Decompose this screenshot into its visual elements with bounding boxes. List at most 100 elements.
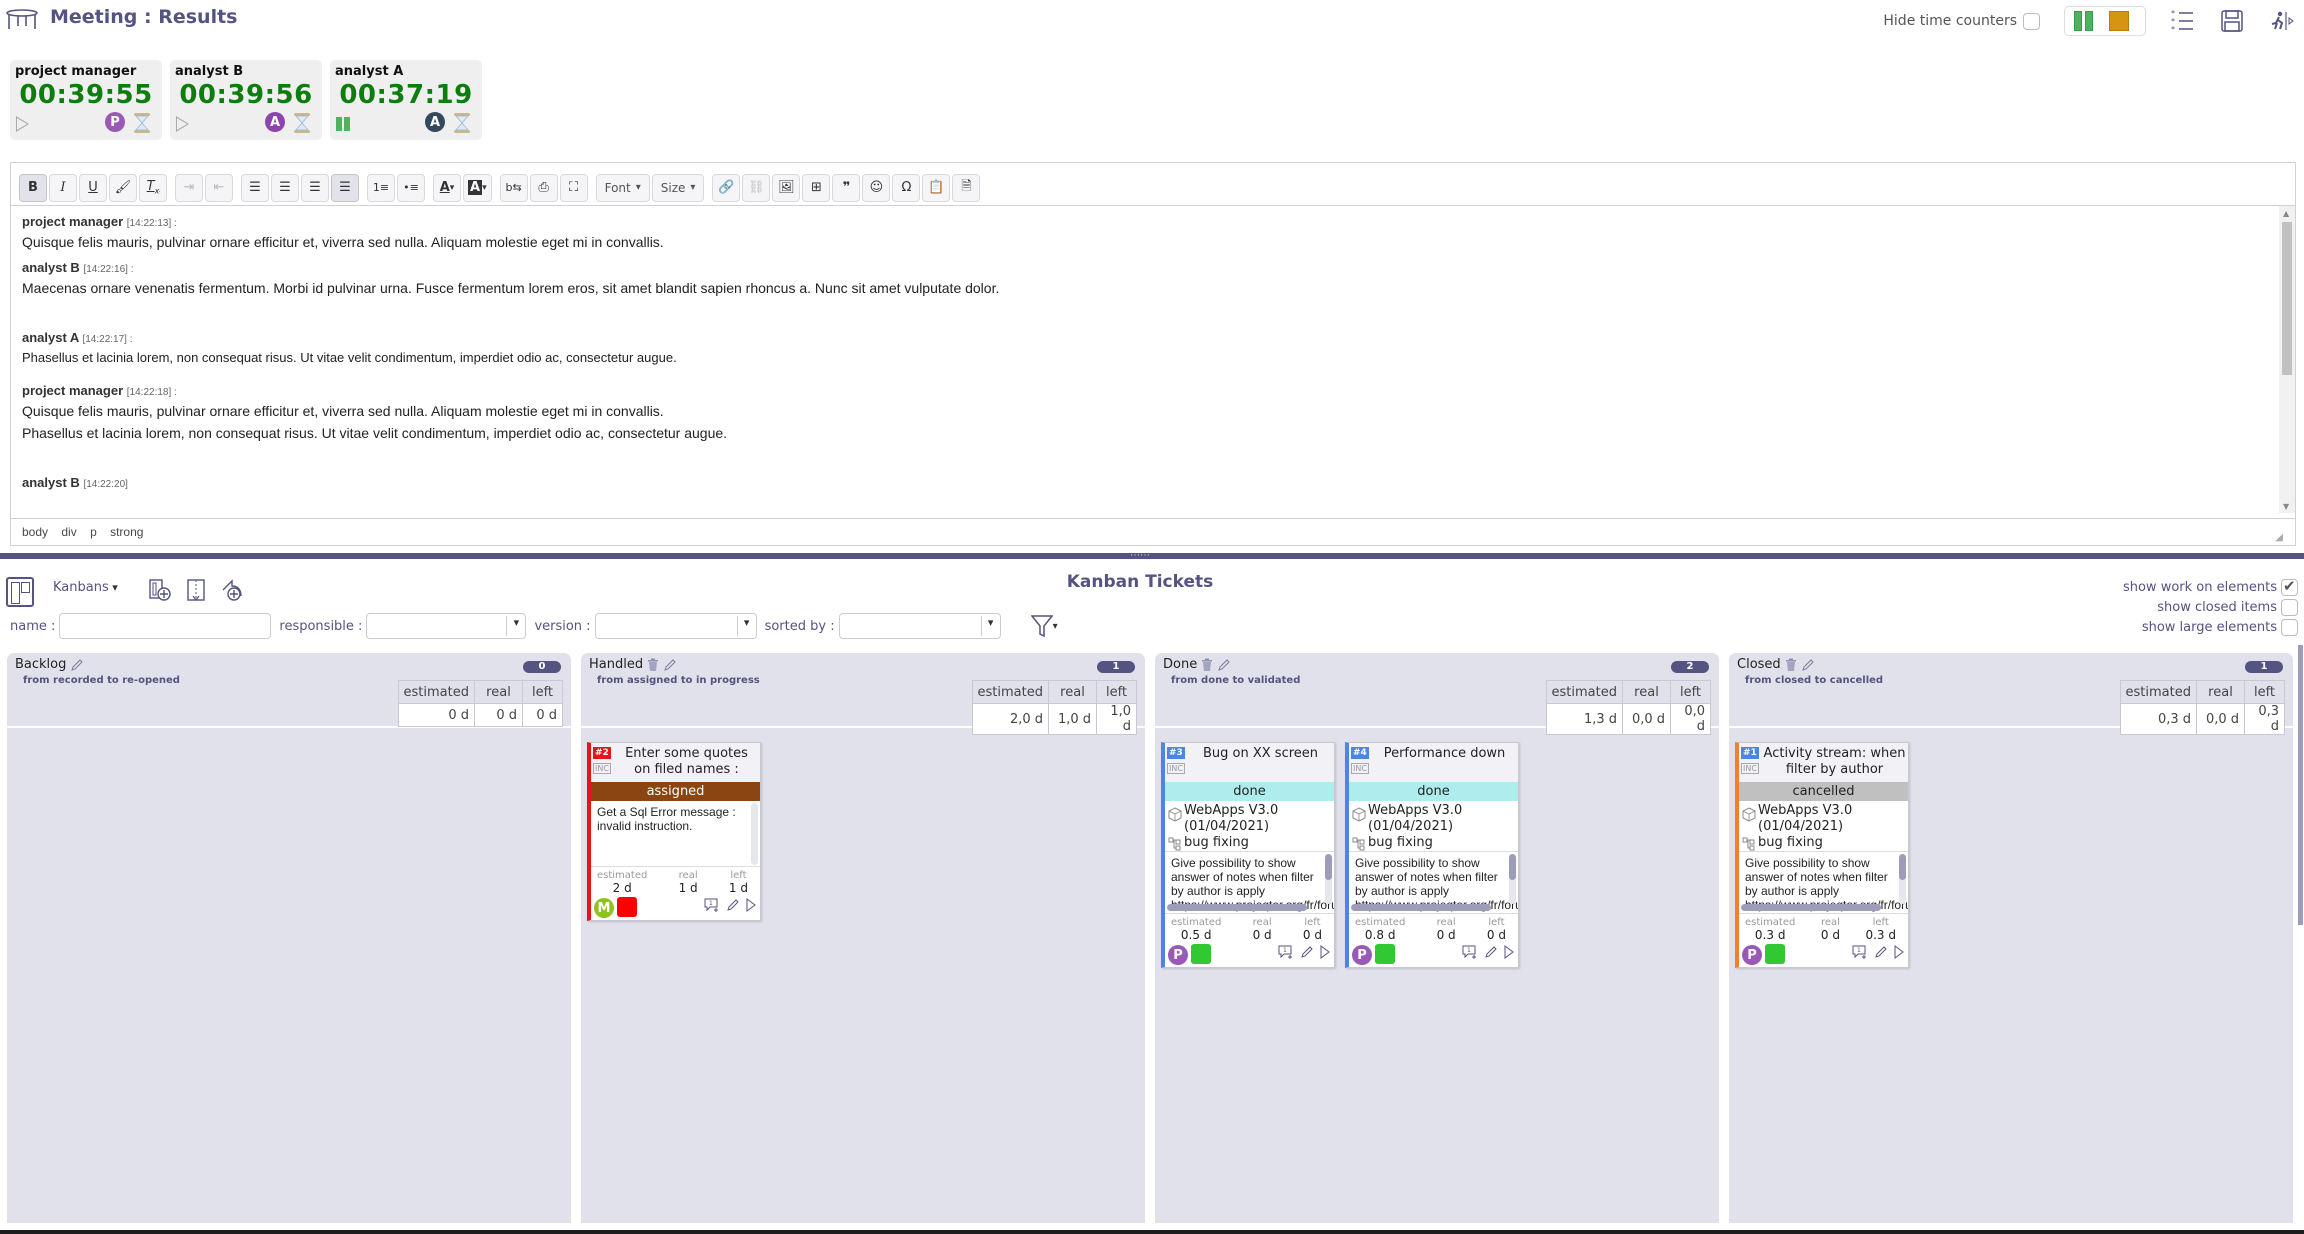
hourglass-icon[interactable] — [133, 112, 151, 134]
pause-icon[interactable] — [336, 117, 350, 131]
add-note-icon[interactable]: 1 — [1278, 945, 1294, 959]
templates-button[interactable]: 🗎 — [952, 173, 981, 202]
description-scrollbar[interactable] — [751, 803, 758, 865]
scrollbar-thumb[interactable] — [2298, 645, 2303, 925]
align-left-button[interactable]: ☰ — [241, 173, 269, 202]
name-filter-input[interactable] — [59, 613, 272, 639]
bullet-list-button[interactable]: •≡ — [397, 173, 425, 202]
numbered-list-button[interactable]: 1≡ — [367, 173, 395, 202]
edit-icon[interactable] — [1874, 945, 1888, 959]
ticket-work: estimated 0.5 d real 0 d left 0 d — [1171, 917, 1322, 942]
underline-button[interactable]: U — [79, 173, 107, 202]
add-note-icon[interactable]: 1 — [1462, 945, 1478, 959]
smiley-button[interactable]: ☺ — [862, 173, 891, 202]
size-select[interactable]: Size — [651, 173, 705, 202]
responsible-filter-select[interactable] — [366, 613, 527, 639]
next-status-icon[interactable] — [746, 898, 756, 912]
path-item[interactable]: p — [90, 525, 97, 539]
special-char-button[interactable]: Ω — [892, 173, 921, 202]
exit-button[interactable] — [2268, 7, 2296, 35]
scroll-up-arrow[interactable]: ▲ — [2283, 209, 2289, 218]
hide-time-counters-checkbox[interactable] — [2023, 12, 2040, 30]
blockquote-button[interactable]: ❞ — [832, 173, 861, 202]
unlink-button[interactable]: ⛓ — [742, 173, 771, 202]
work-header: real — [474, 680, 523, 704]
text-direction-button[interactable]: b⇆ — [499, 173, 528, 202]
description-scrollbar[interactable] — [1899, 854, 1906, 904]
trash-icon[interactable] — [1201, 658, 1213, 672]
show-work-checkbox[interactable] — [2281, 577, 2298, 596]
background-color-button[interactable]: A ▾ — [463, 173, 492, 202]
pencil-icon[interactable] — [1801, 658, 1815, 672]
pencil-icon[interactable] — [1217, 658, 1231, 672]
description-hscrollbar[interactable] — [1167, 904, 1307, 911]
align-center-button[interactable]: ☰ — [271, 173, 299, 202]
remove-format-button[interactable]: Tx — [139, 173, 167, 202]
copy-format-button[interactable]: 🖌 — [109, 173, 137, 202]
add-note-icon[interactable]: 1 — [704, 898, 720, 912]
description-hscrollbar[interactable] — [1351, 904, 1491, 911]
panel-splitter[interactable]: ⋯⋯ — [0, 551, 2304, 561]
next-status-icon[interactable] — [1320, 945, 1330, 959]
stop-meeting-button[interactable] — [2109, 11, 2129, 31]
align-right-button[interactable]: ☰ — [301, 173, 329, 202]
play-icon[interactable] — [16, 116, 29, 132]
trash-icon[interactable] — [647, 658, 659, 672]
hourglass-icon[interactable] — [293, 112, 311, 134]
edit-icon[interactable] — [1484, 945, 1498, 959]
description-scrollbar[interactable] — [1325, 854, 1332, 904]
path-item[interactable]: div — [61, 525, 76, 539]
ticket-id[interactable]: #3 — [1167, 747, 1185, 759]
pause-meeting-button[interactable] — [2074, 11, 2093, 31]
paste-word-button[interactable]: 📋 — [922, 173, 951, 202]
message: project manager [14:22:18] : Quisque fel… — [22, 383, 2268, 441]
justify-button[interactable]: ☰ — [331, 173, 359, 202]
print-button[interactable]: ⎙ — [529, 173, 558, 202]
font-select[interactable]: Font — [595, 173, 650, 202]
sorted-by-select[interactable] — [838, 613, 1001, 639]
show-large-checkbox[interactable] — [2281, 618, 2298, 636]
table-button[interactable]: ⊞ — [802, 173, 831, 202]
ticket-card[interactable]: #3 INC Bug on XX screen done WebApps V3.0 (0… — [1161, 742, 1335, 968]
ticket-card[interactable]: #1 INC Activity stream: when filter by aut… — [1735, 742, 1909, 968]
outdent-button[interactable]: ⇤ — [205, 173, 233, 202]
save-button[interactable] — [2218, 7, 2246, 35]
list-button[interactable]: * * * — [2168, 7, 2196, 35]
ticket-id[interactable]: #2 — [593, 747, 611, 759]
version-filter-select[interactable] — [594, 613, 757, 639]
ticket-card[interactable]: #2 INC Enter some quotes on filed names : a… — [587, 742, 761, 921]
maximize-button[interactable]: ⛶ — [559, 173, 588, 202]
scroll-down-arrow[interactable]: ▼ — [2283, 502, 2289, 511]
splitter-grip-icon[interactable]: ⋯⋯ — [1130, 551, 1150, 561]
hourglass-icon[interactable] — [453, 112, 471, 134]
italic-button[interactable]: I — [49, 173, 77, 202]
resize-grip-icon[interactable]: ◢ — [2275, 532, 2283, 543]
edit-icon[interactable] — [1300, 945, 1314, 959]
description-scrollbar[interactable] — [1509, 854, 1516, 904]
ticket-id[interactable]: #4 — [1351, 747, 1369, 759]
text-color-button[interactable]: A ▾ — [433, 173, 461, 202]
description-hscrollbar[interactable] — [1741, 904, 1881, 911]
ticket-card[interactable]: #4 INC Performance down done WebApps V3.0 (0… — [1345, 742, 1519, 968]
ticket-id[interactable]: #1 — [1741, 747, 1759, 759]
link-button[interactable]: 🔗 — [712, 173, 741, 202]
pencil-icon[interactable] — [663, 658, 677, 672]
editor-scrollbar[interactable]: ▲ ▼ — [2279, 206, 2295, 513]
page-scrollbar[interactable] — [2296, 645, 2304, 925]
image-button[interactable]: 🖼 — [772, 173, 801, 202]
bold-button[interactable]: B — [19, 173, 47, 202]
indent-button[interactable]: ⇥ — [175, 173, 203, 202]
path-item[interactable]: strong — [110, 525, 143, 539]
next-status-icon[interactable] — [1504, 945, 1514, 959]
show-closed-checkbox[interactable] — [2281, 598, 2298, 616]
add-note-icon[interactable]: 1 — [1852, 945, 1868, 959]
next-status-icon[interactable] — [1894, 945, 1904, 959]
scrollbar-thumb[interactable] — [2282, 222, 2292, 375]
editor-content[interactable]: project manager [14:22:13] : Quisque fel… — [11, 206, 2279, 513]
path-item[interactable]: body — [22, 525, 48, 539]
filter-button[interactable]: ▾ — [1030, 614, 1058, 638]
play-icon[interactable] — [176, 116, 189, 132]
edit-icon[interactable] — [726, 898, 740, 912]
pencil-icon[interactable] — [70, 658, 84, 672]
trash-icon[interactable] — [1785, 658, 1797, 672]
